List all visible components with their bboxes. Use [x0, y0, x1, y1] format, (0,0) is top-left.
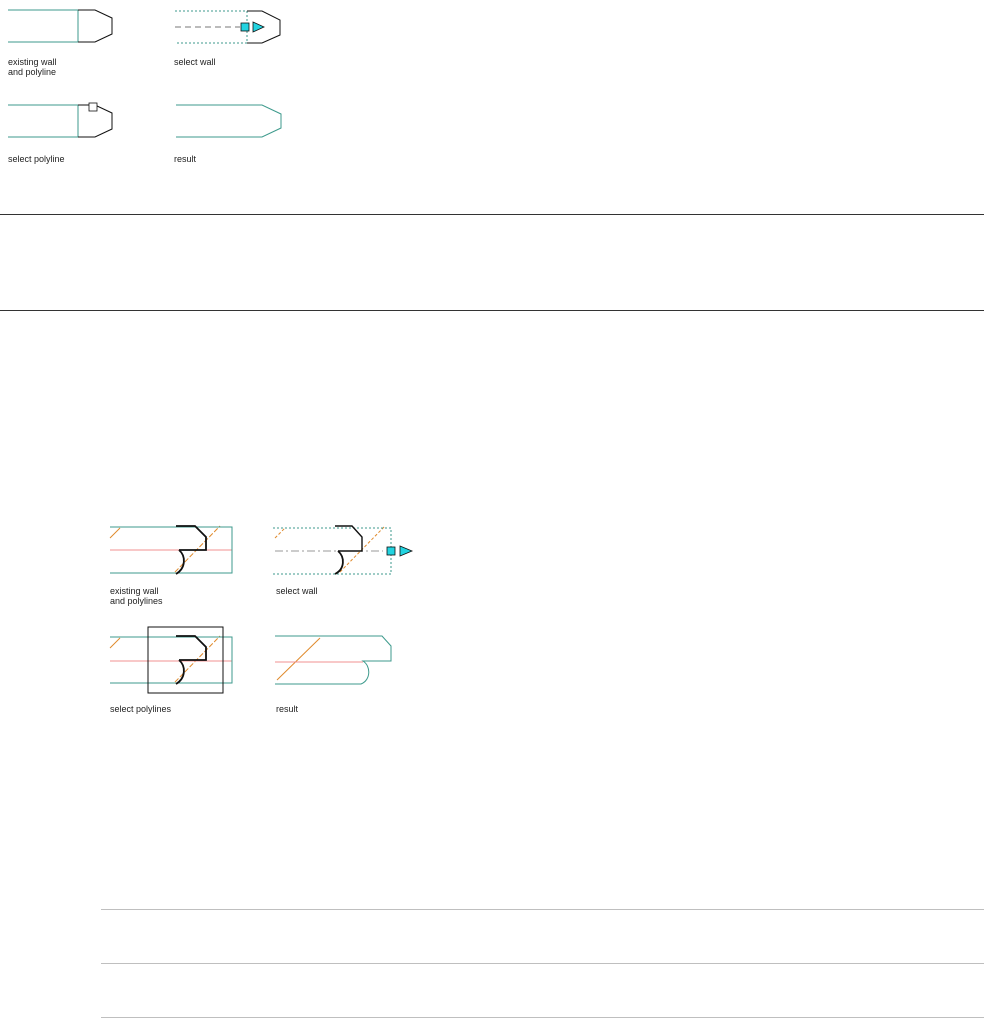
- divider-line: [101, 909, 984, 910]
- wall-outline: [8, 9, 79, 43]
- fig1-label-select-wall: select wall: [174, 57, 216, 67]
- fig1-label-existing: existing wall and polyline: [8, 57, 57, 77]
- polyline-chamfer: [176, 635, 207, 661]
- fig2-result-drawing: [275, 635, 392, 685]
- fig2-label-existing: existing wall and polylines: [110, 586, 163, 606]
- wall-outline: [8, 104, 79, 138]
- divider-line: [101, 1017, 984, 1018]
- grip-square: [386, 546, 396, 556]
- result-wall-outline: [275, 635, 392, 685]
- polyline-chamfer: [176, 525, 207, 551]
- fig1-label-select-polyline: select polyline: [8, 154, 65, 164]
- grip-arrow: [252, 21, 265, 33]
- fig2-select-wall-drawing: [273, 525, 414, 575]
- fig2-select-polylines-drawing: [109, 626, 233, 694]
- divider-line: [0, 310, 984, 311]
- grip-arrow: [399, 545, 414, 557]
- fig1-label-result: result: [174, 154, 197, 164]
- fig1-existing-drawing: [8, 9, 113, 43]
- hatch-line: [174, 635, 221, 683]
- fig2-label-select-polylines: select polylines: [110, 704, 172, 714]
- fig2-existing-drawing: [109, 525, 233, 575]
- hatch-line: [274, 527, 286, 539]
- polyline: [78, 9, 113, 43]
- grip-square: [240, 22, 250, 32]
- fig2-label-select-wall: select wall: [276, 586, 318, 596]
- fig1-select-polyline-drawing: [8, 102, 113, 138]
- pickbox: [88, 102, 98, 112]
- fig2-label-result: result: [276, 704, 299, 714]
- hatch-line: [174, 525, 221, 573]
- wall-outline: [110, 636, 233, 684]
- divider-line: [101, 963, 984, 964]
- result-wall-outline: [176, 104, 282, 138]
- hatch-line: [109, 527, 121, 539]
- fig1-result-drawing: [176, 104, 282, 138]
- hatch-line: [276, 637, 321, 681]
- hatch-line: [109, 637, 121, 649]
- divider-line: [0, 214, 984, 215]
- polyline-chamfer: [335, 525, 363, 552]
- fig1-select-wall-drawing: [175, 10, 281, 44]
